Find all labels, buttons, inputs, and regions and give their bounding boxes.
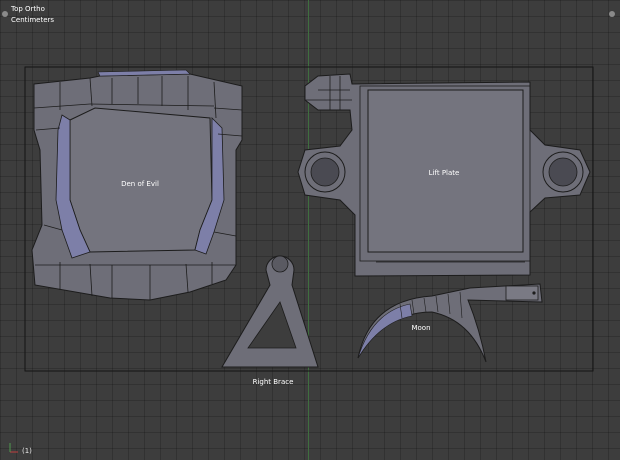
units-label: Centimeters	[11, 16, 55, 24]
right-brace-mesh[interactable]	[221, 255, 319, 368]
area-split-corner-top-left-icon[interactable]	[2, 11, 8, 17]
object-label-moon: Moon	[411, 324, 431, 332]
frame-indicator: (1)	[22, 447, 32, 455]
scene-canvas[interactable]	[0, 0, 620, 460]
object-label-right-brace: Right Brace	[252, 378, 294, 386]
moon-mesh[interactable]	[357, 283, 543, 363]
axis-gizmo-icon	[9, 443, 18, 453]
3d-viewport[interactable]: Top Ortho Centimeters (1) Den of Evil Li…	[0, 0, 620, 460]
object-label-lift-plate: Lift Plate	[428, 169, 460, 177]
view-name-label: Top Ortho	[11, 5, 45, 13]
area-split-corner-top-right-icon[interactable]	[609, 11, 615, 17]
object-label-den-of-evil: Den of Evil	[121, 180, 159, 188]
